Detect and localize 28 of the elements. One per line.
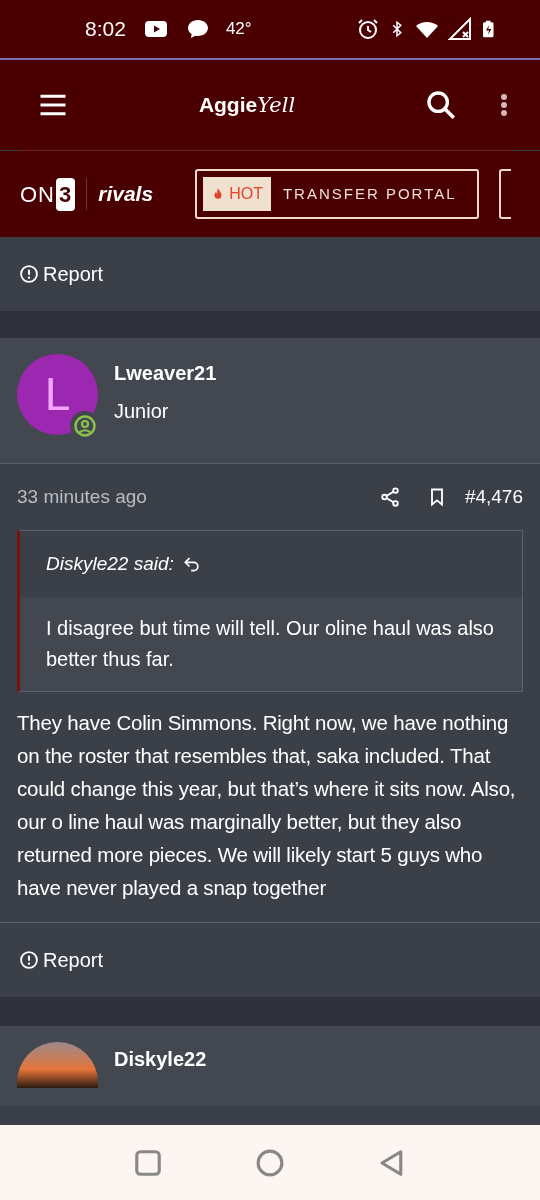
no-signal-icon — [448, 17, 472, 41]
chat-bubble-icon — [185, 17, 210, 41]
alert-circle-icon — [19, 950, 39, 970]
username-link[interactable]: Lweaver21 — [114, 358, 217, 388]
post-body: They have Colin Simmons. Right now, we have nothing on the roster that resembles that, saka included. That could change this year, but that’s where it sits now. Also, our o line haul was marginally better, but they also returned more pieces. We will likely start 5 guys who have never played a snap together — [16, 710, 517, 901]
username-link[interactable]: Diskyle22 — [114, 1048, 207, 1070]
site-logo[interactable]: AggieYell — [198, 88, 296, 122]
avatar-photo-placeholder[interactable] — [17, 1042, 98, 1088]
clock: 8:02 — [85, 16, 126, 43]
rivals-logo[interactable]: rivals — [98, 178, 154, 210]
transfer-portal-banner[interactable]: HOT TRANSFER PORTAL — [195, 169, 479, 219]
alert-circle-icon — [19, 264, 39, 284]
share-icon[interactable] — [378, 486, 401, 508]
post-number-link[interactable]: #4,476 — [464, 482, 523, 512]
next-banner-edge[interactable] — [498, 169, 511, 219]
report-link[interactable]: Report — [19, 259, 104, 289]
home-icon[interactable] — [255, 1147, 285, 1178]
report-link[interactable]: Report — [19, 945, 104, 975]
recent-apps-icon[interactable] — [133, 1147, 163, 1178]
quote-author: Diskyle22 said: — [46, 551, 174, 576]
post-time[interactable]: 33 minutes ago — [17, 482, 147, 512]
quote-text: I disagree but time will tell. Our oline haul was also better thus far. — [20, 597, 522, 691]
search-icon[interactable] — [424, 88, 458, 122]
user-rank: Junior — [114, 399, 170, 424]
on3-logo[interactable]: ON 3 — [20, 177, 76, 211]
alarm-clock-icon — [356, 17, 380, 41]
temperature: 42° — [225, 18, 252, 41]
hot-badge: HOT — [203, 177, 271, 211]
